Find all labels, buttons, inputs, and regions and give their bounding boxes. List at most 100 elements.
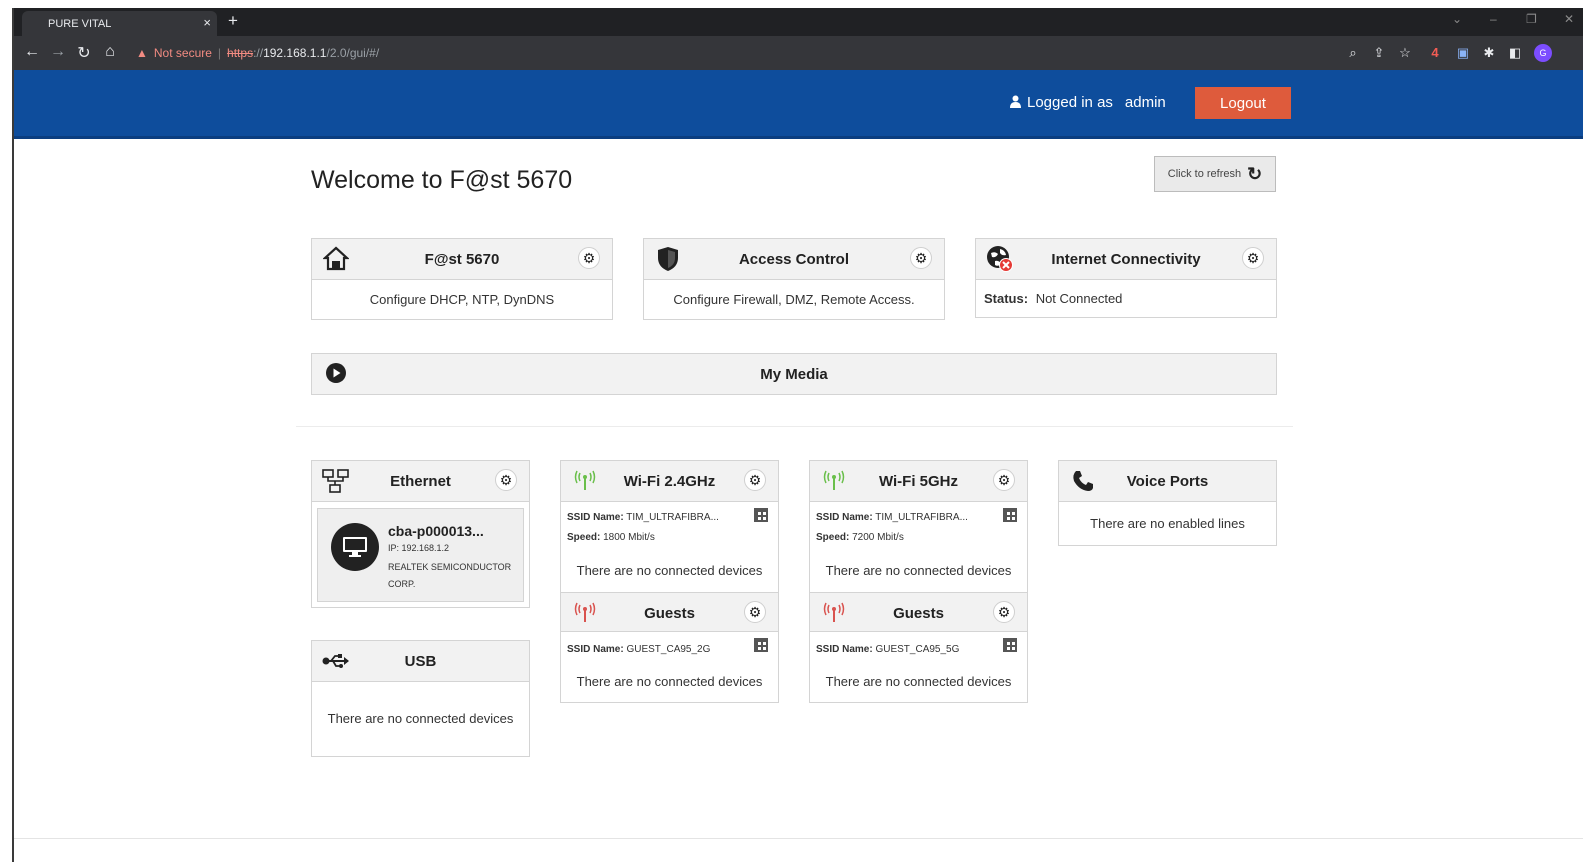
- translate-extension-icon[interactable]: ▣: [1454, 44, 1472, 62]
- browser-window: PURE VITAL × + ⌄ – ❐ ✕ ← → ↻ ⌂ ▲ Not sec…: [12, 8, 1583, 862]
- guests-24-devices: There are no connected devices: [576, 674, 763, 689]
- wifi-5-gear-icon[interactable]: ⚙: [993, 469, 1015, 491]
- guests-24-ssid-label: SSID Name:: [567, 644, 624, 655]
- status-label: Status:: [984, 291, 1029, 306]
- device-card-title: F@st 5670: [424, 251, 500, 268]
- ethernet-header: Ethernet ⚙: [312, 461, 529, 502]
- new-tab-button[interactable]: +: [228, 11, 238, 31]
- wifi-5-speed-value: 7200 Mbit/s: [852, 532, 904, 543]
- warning-icon: ▲: [136, 46, 148, 60]
- wifi-5-speed: Speed: 7200 Mbit/s: [816, 532, 904, 543]
- ethernet-device[interactable]: cba-p000013... IP: 192.168.1.2 REALTEK S…: [317, 508, 524, 602]
- ethernet-card[interactable]: Ethernet ⚙ cba-p000013... IP: 192.168.1.…: [311, 460, 530, 608]
- wifi-24-ssid-value: TIM_ULTRAFIBRA...: [626, 512, 719, 523]
- home-icon[interactable]: ⌂: [100, 43, 120, 61]
- ethernet-device-vendor: REALTEK SEMICONDUCTOR CORP.: [388, 562, 512, 589]
- access-control-card[interactable]: Access Control ⚙ Configure Firewall, DMZ…: [643, 238, 945, 320]
- url-scheme: https: [227, 46, 254, 60]
- reload-icon[interactable]: ↻: [74, 43, 94, 63]
- zoom-icon[interactable]: ⌕: [1344, 44, 1362, 62]
- wifi-5-speed-label: Speed:: [816, 532, 850, 543]
- access-control-title: Access Control: [738, 251, 850, 268]
- wifi-5-ssid-label: SSID Name:: [816, 512, 873, 523]
- url-scheme-sep: ://: [253, 46, 264, 60]
- my-media-card[interactable]: My Media: [311, 353, 1277, 395]
- voice-ports-header: Voice Ports: [1059, 461, 1276, 502]
- app-header: Logged in as admin Logout: [14, 70, 1583, 139]
- tab-title: PURE VITAL: [48, 17, 112, 30]
- internet-gear-icon[interactable]: ⚙: [1242, 247, 1264, 269]
- url-path: /2.0/gui/#/: [326, 46, 380, 60]
- guests-24-ssid-value: GUEST_CA95_2G: [626, 644, 711, 655]
- guests-24-info: SSID Name: GUEST_CA95_2G There are no co…: [561, 632, 778, 702]
- guests-5-info: SSID Name: GUEST_CA95_5G There are no co…: [810, 632, 1027, 702]
- wifi-5-qr-code-icon[interactable]: [1003, 508, 1017, 522]
- wifi-24-info: SSID Name: TIM_ULTRAFIBRA... Speed: 1800…: [561, 502, 778, 592]
- minimize-icon[interactable]: –: [1490, 12, 1497, 26]
- refresh-button[interactable]: Click to refresh ↻: [1154, 156, 1276, 192]
- url-host: 192.168.1.1: [263, 46, 327, 60]
- wifi-5-ssid: SSID Name: TIM_ULTRAFIBRA...: [816, 512, 968, 523]
- wifi-5-info: SSID Name: TIM_ULTRAFIBRA... Speed: 7200…: [810, 502, 1027, 592]
- usb-title: USB: [404, 653, 437, 670]
- wifi-24-gear-icon[interactable]: ⚙: [744, 469, 766, 491]
- wifi-24-header: Wi-Fi 2.4GHz ⚙: [561, 461, 778, 502]
- side-panel-icon[interactable]: ◧: [1506, 44, 1524, 62]
- access-control-gear-icon[interactable]: ⚙: [910, 247, 932, 269]
- extensions-puzzle-icon[interactable]: ✱: [1480, 44, 1498, 62]
- omnibox-separator: |: [217, 46, 222, 60]
- voice-ports-body: There are no enabled lines: [1090, 516, 1245, 531]
- browser-tab[interactable]: PURE VITAL ×: [22, 11, 217, 36]
- ethernet-gear-icon[interactable]: ⚙: [495, 469, 517, 491]
- computer-monitor-icon: [331, 523, 379, 571]
- refresh-label: Click to refresh: [1167, 168, 1242, 180]
- profile-avatar-icon[interactable]: G: [1534, 44, 1552, 62]
- address-bar[interactable]: ▲ Not secure | https://192.168.1.1/2.0/g…: [130, 41, 1410, 65]
- guests-5-ssid-label: SSID Name:: [816, 644, 873, 655]
- access-control-body: Configure Firewall, DMZ, Remote Access.: [673, 292, 915, 307]
- page-title: Welcome to F@st 5670: [311, 166, 573, 194]
- wifi-24-ssid-label: SSID Name:: [567, 512, 624, 523]
- status-value: Not Connected: [1035, 291, 1123, 306]
- usb-card[interactable]: USB There are no connected devices: [311, 640, 530, 757]
- my-media-title: My Media: [760, 366, 828, 383]
- access-control-header: Access Control ⚙: [644, 239, 944, 280]
- device-settings-gear-icon[interactable]: ⚙: [578, 247, 600, 269]
- internet-status: Status: Not Connected: [976, 280, 1276, 317]
- guests-5-devices: There are no connected devices: [825, 674, 1012, 689]
- browser-toolbar: ← → ↻ ⌂ ▲ Not secure | https://192.168.1…: [14, 36, 1583, 70]
- guests-24-header: Guests ⚙: [561, 592, 778, 632]
- guests-24-gear-icon[interactable]: ⚙: [744, 601, 766, 623]
- wifi-5-header: Wi-Fi 5GHz ⚙: [810, 461, 1027, 502]
- guests-5-qr-code-icon[interactable]: [1003, 638, 1017, 652]
- guests-24-qr-code-icon[interactable]: [754, 638, 768, 652]
- footer-divider: [14, 838, 1583, 839]
- usb-header: USB: [312, 641, 529, 682]
- device-card[interactable]: F@st 5670 ⚙ Configure DHCP, NTP, DynDNS: [311, 238, 613, 320]
- wifi-5-card[interactable]: Wi-Fi 5GHz ⚙ SSID Name: TIM_ULTRAFIBRA..…: [809, 460, 1028, 703]
- close-window-icon[interactable]: ✕: [1564, 12, 1574, 26]
- guests-5-header: Guests ⚙: [810, 592, 1027, 632]
- bookmark-star-icon[interactable]: ☆: [1396, 44, 1414, 62]
- guests-5-gear-icon[interactable]: ⚙: [993, 601, 1015, 623]
- wifi-24-speed-label: Speed:: [567, 532, 601, 543]
- guests-5-ssid: SSID Name: GUEST_CA95_5G: [816, 644, 959, 655]
- section-divider: [296, 426, 1293, 427]
- back-icon[interactable]: ←: [22, 43, 42, 61]
- user-icon: [1010, 95, 1021, 111]
- my-media-header: My Media: [312, 354, 1276, 394]
- tab-search-icon[interactable]: ⌄: [1452, 12, 1462, 26]
- logout-button[interactable]: Logout: [1195, 87, 1291, 119]
- share-icon[interactable]: ⇪: [1370, 44, 1388, 62]
- extension-badge-icon[interactable]: 4: [1426, 44, 1444, 62]
- device-card-header: F@st 5670 ⚙: [312, 239, 612, 280]
- wifi-24-card[interactable]: Wi-Fi 2.4GHz ⚙ SSID Name: TIM_ULTRAFIBRA…: [560, 460, 779, 703]
- wifi-24-speed: Speed: 1800 Mbit/s: [567, 532, 655, 543]
- internet-connectivity-card[interactable]: Internet Connectivity ⚙ Status: Not Conn…: [975, 238, 1277, 318]
- forward-icon[interactable]: →: [48, 43, 68, 61]
- tab-close-icon[interactable]: ×: [203, 15, 211, 30]
- restore-icon[interactable]: ❐: [1526, 12, 1537, 26]
- voice-ports-card[interactable]: Voice Ports There are no enabled lines: [1058, 460, 1277, 546]
- wifi-24-ssid: SSID Name: TIM_ULTRAFIBRA...: [567, 512, 719, 523]
- wifi-24-qr-code-icon[interactable]: [754, 508, 768, 522]
